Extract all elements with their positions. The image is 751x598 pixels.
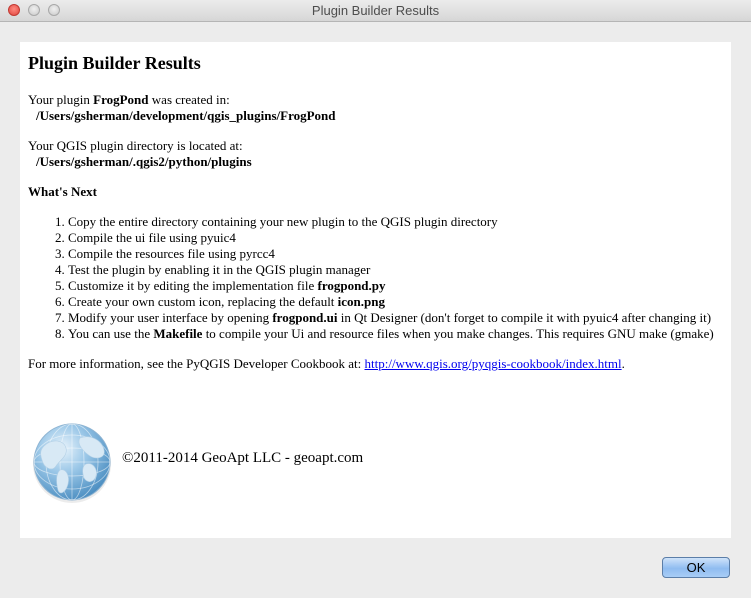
plugin-directory-path: /Users/gsherman/.qgis2/python/plugins bbox=[36, 154, 252, 169]
step-text-tail: to compile your Ui and resource files wh… bbox=[202, 326, 714, 341]
step-text: Test the plugin by enabling it in the QG… bbox=[68, 262, 371, 277]
step-text-tail: in Qt Designer (don't forget to compile … bbox=[337, 310, 712, 325]
step-item: Modify your user interface by opening fr… bbox=[68, 310, 723, 326]
step-filename: frogpond.py bbox=[317, 278, 386, 293]
step-item: Compile the resources file using pyrcc4 bbox=[68, 246, 723, 262]
plugin-directory-label: Your QGIS plugin directory is located at… bbox=[28, 138, 243, 153]
plugin-created-path: /Users/gsherman/development/qgis_plugins… bbox=[36, 108, 336, 123]
copyright-text: ©2011-2014 GeoApt LLC - geoapt.com bbox=[122, 450, 364, 466]
step-text: You can use the bbox=[68, 326, 154, 341]
plugin-name: FrogPond bbox=[93, 92, 149, 107]
step-item: Copy the entire directory containing you… bbox=[68, 214, 723, 230]
step-text: Copy the entire directory containing you… bbox=[68, 214, 498, 229]
step-text: Create your own custom icon, replacing t… bbox=[68, 294, 338, 309]
plugin-created-suffix: was created in: bbox=[148, 92, 230, 107]
step-item: Test the plugin by enabling it in the QG… bbox=[68, 262, 723, 278]
next-steps-list: Copy the entire directory containing you… bbox=[28, 214, 723, 342]
footer: ©2011-2014 GeoApt LLC - geoapt.com bbox=[30, 420, 530, 504]
whats-next-heading: What's Next bbox=[28, 184, 97, 199]
step-item: You can use the Makefile to compile your… bbox=[68, 326, 723, 342]
results-text-panel: Plugin Builder Results Your plugin FrogP… bbox=[20, 42, 731, 538]
page-heading: Plugin Builder Results bbox=[28, 53, 201, 73]
title-bar: Plugin Builder Results bbox=[0, 0, 751, 22]
more-info-suffix: . bbox=[621, 356, 625, 371]
more-info-prefix: For more information, see the PyQGIS Dev… bbox=[28, 356, 365, 371]
step-item: Create your own custom icon, replacing t… bbox=[68, 294, 723, 310]
window-title: Plugin Builder Results bbox=[311, 3, 440, 18]
step-filename: icon.png bbox=[337, 294, 385, 309]
step-text: Customize it by editing the implementati… bbox=[68, 278, 318, 293]
step-text: Compile the resources file using pyrcc4 bbox=[68, 246, 275, 261]
plugin-created-section: Your plugin FrogPond was created in: /Us… bbox=[28, 92, 723, 124]
step-text: Compile the ui file using pyuic4 bbox=[68, 230, 236, 245]
step-filename: Makefile bbox=[153, 326, 203, 341]
step-item: Compile the ui file using pyuic4 bbox=[68, 230, 723, 246]
more-info-line: For more information, see the PyQGIS Dev… bbox=[28, 356, 723, 372]
step-filename: frogpond.ui bbox=[272, 310, 338, 325]
plugin-builder-results-window: Plugin Builder Results Plugin Builder Re… bbox=[0, 0, 751, 598]
globe-logo-icon bbox=[30, 420, 114, 504]
plugin-created-prefix: Your plugin bbox=[28, 92, 94, 107]
step-item: Customize it by editing the implementati… bbox=[68, 278, 723, 294]
step-text: Modify your user interface by opening bbox=[68, 310, 273, 325]
plugin-created-line: Your plugin FrogPond was created in: bbox=[28, 92, 723, 108]
cookbook-link[interactable]: http://www.qgis.org/pyqgis-cookbook/inde… bbox=[365, 356, 622, 371]
ok-button[interactable]: OK bbox=[662, 557, 730, 578]
plugin-directory-section: Your QGIS plugin directory is located at… bbox=[28, 138, 723, 170]
